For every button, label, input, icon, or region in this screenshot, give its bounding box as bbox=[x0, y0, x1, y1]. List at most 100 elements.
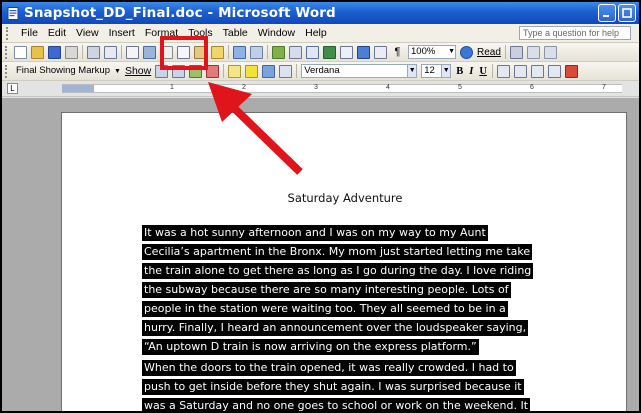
undo-icon[interactable] bbox=[233, 45, 246, 59]
toolbar-options-icon[interactable] bbox=[509, 45, 523, 59]
toolbar-grip[interactable] bbox=[5, 45, 9, 59]
maximize-icon[interactable] bbox=[618, 4, 636, 22]
show-label: Show bbox=[124, 65, 152, 77]
word-doc-icon bbox=[6, 6, 20, 20]
menu-edit[interactable]: Edit bbox=[43, 27, 71, 39]
reviewing-pane-toggle-icon[interactable] bbox=[279, 64, 293, 78]
read-button[interactable]: Read bbox=[475, 47, 503, 58]
menu-view[interactable]: View bbox=[71, 27, 104, 39]
font-size-select[interactable]: 12 ▼ bbox=[421, 64, 452, 78]
title-bar: Snapshot_DD_Final.doc - Microsoft Word bbox=[2, 2, 639, 24]
research-icon[interactable] bbox=[143, 45, 156, 59]
bold-button[interactable]: B bbox=[453, 66, 466, 77]
paragraph-1[interactable]: It was a hot sunny afternoon and I was o… bbox=[142, 223, 534, 356]
formatting-toolbar: Final Showing Markup ▼ Show Verdana ▼ 12 ▼… bbox=[2, 62, 639, 81]
menu-table[interactable]: Table bbox=[218, 27, 253, 39]
paragraph-2[interactable]: When the doors to the train opened, it w… bbox=[142, 358, 531, 411]
underline-button[interactable]: U bbox=[476, 66, 490, 77]
open-folder-icon[interactable] bbox=[31, 45, 44, 59]
ruler-mark: 6 bbox=[530, 84, 534, 91]
document-map-icon[interactable] bbox=[374, 45, 387, 59]
selected-text-line: It was a hot sunny afternoon and I was o… bbox=[142, 225, 488, 241]
ruler-mark: 5 bbox=[458, 84, 462, 91]
menu-bar: File Edit View Insert Format Tools Table… bbox=[2, 24, 639, 43]
selected-text-line: push to get inside before they shut agai… bbox=[142, 379, 524, 395]
print-icon[interactable] bbox=[87, 45, 100, 59]
ruler-mark: 3 bbox=[314, 84, 318, 91]
separator bbox=[82, 45, 83, 59]
font-name-value: Verdana bbox=[304, 65, 340, 76]
help-icon[interactable] bbox=[460, 45, 473, 59]
menu-insert[interactable]: Insert bbox=[104, 27, 140, 39]
ruler-mark: 4 bbox=[386, 84, 390, 91]
menu-file[interactable]: File bbox=[16, 27, 43, 39]
permission-icon[interactable] bbox=[65, 45, 78, 59]
drawing-icon[interactable] bbox=[357, 45, 370, 59]
insert-table-icon[interactable] bbox=[306, 45, 319, 59]
window-controls bbox=[598, 4, 636, 22]
menu-help[interactable]: Help bbox=[300, 27, 332, 39]
align-left-icon[interactable] bbox=[496, 64, 510, 78]
document-title: Saturday Adventure bbox=[287, 191, 403, 205]
separator bbox=[267, 45, 268, 59]
chevron-down-icon: ▼ bbox=[448, 48, 455, 55]
show-hide-icon[interactable] bbox=[526, 45, 540, 59]
redo-icon[interactable] bbox=[250, 45, 263, 59]
highlight-icon[interactable] bbox=[245, 64, 259, 78]
markup-mode-value: Final Showing Markup bbox=[16, 65, 110, 76]
show-button[interactable]: Show bbox=[123, 65, 153, 77]
hyperlink-icon[interactable] bbox=[272, 45, 285, 59]
selected-text-line: the train alone to get there as long as … bbox=[142, 263, 534, 279]
ruler-mark: 1 bbox=[170, 84, 174, 91]
track-changes-icon[interactable] bbox=[262, 64, 276, 78]
word-window: Snapshot_DD_Final.doc - Microsoft Word F… bbox=[0, 0, 641, 413]
tables-borders-icon[interactable] bbox=[289, 45, 302, 59]
print-preview-icon[interactable] bbox=[104, 45, 117, 59]
chevron-down-icon[interactable]: ▼ bbox=[114, 68, 121, 75]
selected-text-line: the subway because there are so many int… bbox=[142, 282, 511, 298]
selected-text-line: people in the station were waiting too. … bbox=[142, 301, 508, 317]
minimize-icon[interactable] bbox=[598, 4, 616, 22]
horizontal-ruler: L 1 2 3 4 5 6 7 bbox=[2, 81, 639, 97]
italic-button[interactable]: I bbox=[466, 66, 476, 77]
window-title: Snapshot_DD_Final.doc - Microsoft Word bbox=[24, 5, 336, 21]
format-painter-icon[interactable] bbox=[211, 45, 224, 59]
pilcrow-icon[interactable]: ¶ bbox=[391, 46, 404, 59]
insert-comment-icon[interactable] bbox=[228, 64, 242, 78]
markup-mode-select[interactable]: Final Showing Markup bbox=[14, 64, 110, 78]
font-name-select[interactable]: Verdana ▼ bbox=[301, 64, 418, 78]
separator bbox=[121, 45, 122, 59]
font-color-icon[interactable] bbox=[564, 64, 578, 78]
decrease-indent-icon[interactable] bbox=[530, 64, 544, 78]
ruler-mark: 2 bbox=[242, 84, 246, 91]
menu-window[interactable]: Window bbox=[253, 27, 300, 39]
tab-selector[interactable]: L bbox=[7, 83, 18, 94]
save-icon[interactable] bbox=[48, 45, 61, 59]
ruler-strip[interactable]: 1 2 3 4 5 6 7 bbox=[62, 84, 622, 93]
insert-excel-icon[interactable] bbox=[323, 45, 336, 59]
new-document-icon[interactable] bbox=[14, 45, 27, 59]
separator bbox=[223, 64, 225, 78]
menu-grip[interactable] bbox=[6, 26, 12, 40]
document-page[interactable]: Saturday Adventure It was a hot sunny af… bbox=[61, 112, 627, 411]
standard-toolbar: ¶ 100% ▼ Read bbox=[2, 43, 639, 62]
left-margin-marker bbox=[62, 85, 94, 92]
toolbar-grip[interactable] bbox=[5, 64, 9, 78]
spelling-icon[interactable] bbox=[126, 45, 139, 59]
reject-change-icon[interactable] bbox=[206, 64, 220, 78]
read-label: Read bbox=[477, 46, 501, 58]
reviewing-pane-icon[interactable] bbox=[543, 45, 557, 59]
selected-text-line: was a Saturday and no one goes to school… bbox=[142, 398, 531, 411]
help-search-input[interactable]: Type a question for help bbox=[519, 26, 631, 40]
selected-text-line: “An uptown D train is now arriving on th… bbox=[142, 339, 479, 355]
numbering-icon[interactable] bbox=[513, 64, 527, 78]
selected-text-line: Cecilia’s apartment in the Bronx. My mom… bbox=[142, 244, 533, 260]
selected-text-line: hurry. Finally, I heard an announcement … bbox=[142, 320, 529, 336]
separator bbox=[491, 64, 493, 78]
columns-icon[interactable] bbox=[340, 45, 353, 59]
separator bbox=[228, 45, 229, 59]
separator bbox=[504, 45, 506, 59]
zoom-select[interactable]: 100% ▼ bbox=[408, 45, 456, 59]
annotation-highlight-box bbox=[160, 36, 208, 70]
increase-indent-icon[interactable] bbox=[547, 64, 561, 78]
